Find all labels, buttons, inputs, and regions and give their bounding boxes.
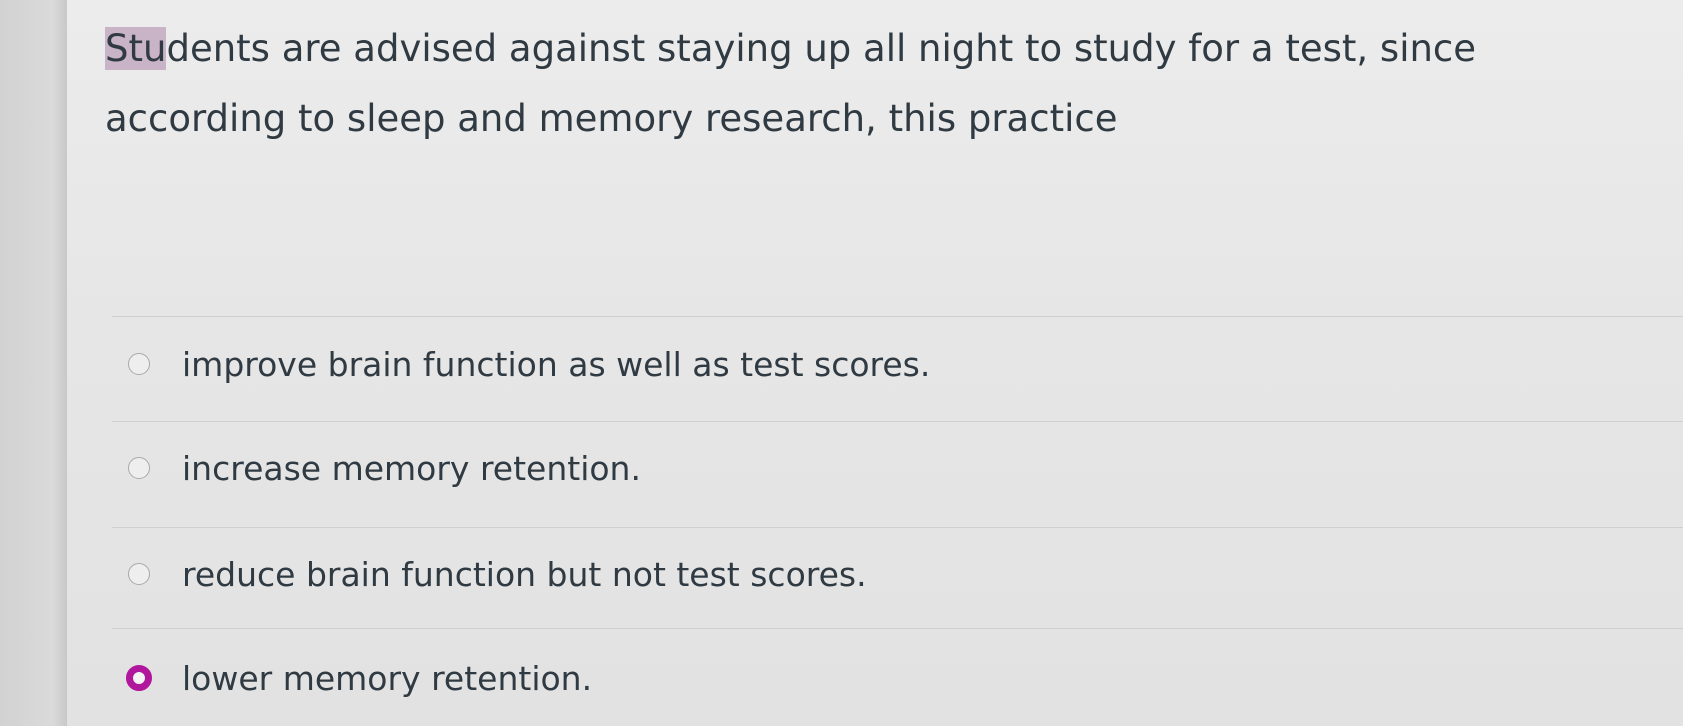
answer-label[interactable]: increase memory retention. (182, 449, 641, 488)
radio-button-selected[interactable] (126, 665, 152, 691)
answer-option[interactable]: improve brain function as well as test s… (128, 334, 1608, 394)
question-text: Students are advised against staying up … (105, 14, 1605, 154)
answer-divider (112, 421, 1683, 422)
answer-option-selected[interactable]: lower memory retention. (126, 648, 1608, 708)
answer-option[interactable]: increase memory retention. (128, 438, 1608, 498)
question-text-highlight: Stu (105, 27, 167, 70)
radio-button[interactable] (128, 563, 150, 585)
left-margin (0, 0, 66, 726)
answer-option[interactable]: reduce brain function but not test score… (128, 544, 1608, 604)
answer-divider (112, 527, 1683, 528)
answer-label[interactable]: lower memory retention. (182, 659, 592, 698)
answer-label[interactable]: improve brain function as well as test s… (182, 345, 930, 384)
answer-divider (112, 628, 1683, 629)
radio-button[interactable] (128, 457, 150, 479)
answer-label[interactable]: reduce brain function but not test score… (182, 555, 867, 594)
radio-button[interactable] (128, 353, 150, 375)
question-text-body: dents are advised against staying up all… (105, 27, 1477, 140)
answer-divider (112, 316, 1683, 317)
